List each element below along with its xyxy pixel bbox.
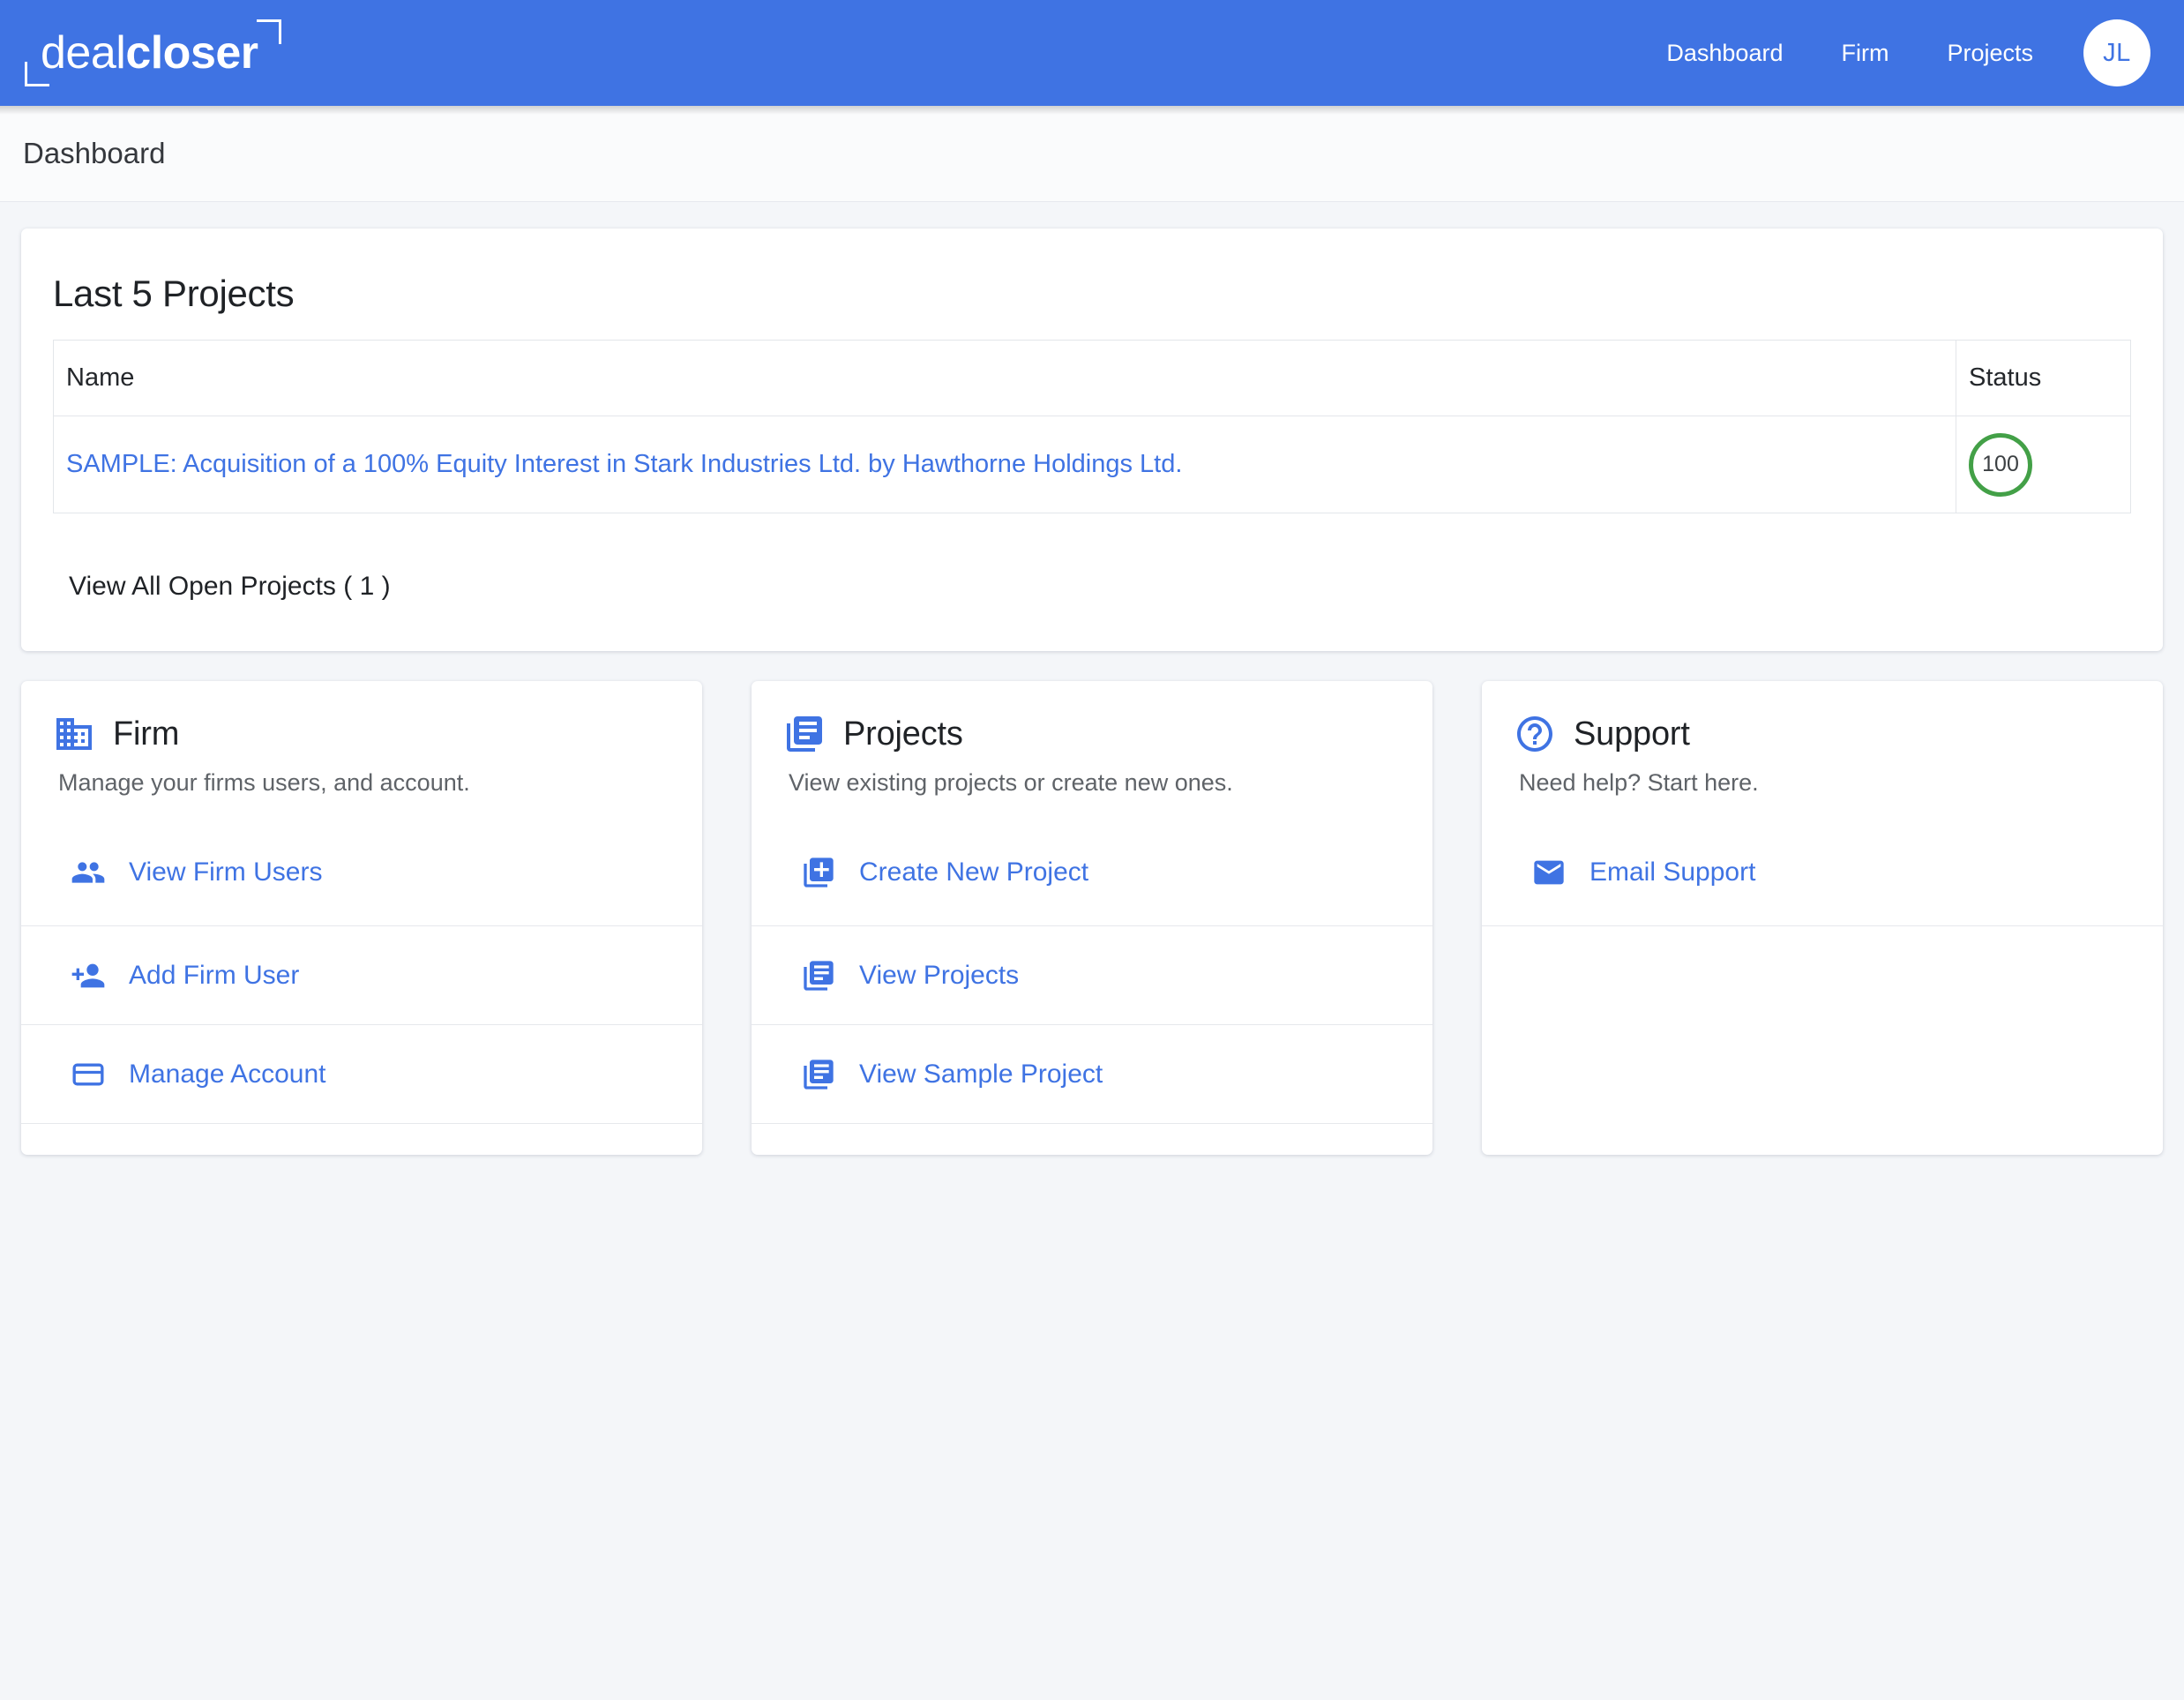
nav-drop-shadow [0, 106, 2184, 115]
email-icon [1531, 855, 1567, 890]
support-card-subtitle: Need help? Start here. [1519, 769, 1759, 796]
project-name-link[interactable]: SAMPLE: Acquisition of a 100% Equity Int… [66, 450, 1182, 478]
support-card-footer [1482, 925, 2163, 957]
quick-action-cards-row: Firm Manage your firms users, and accoun… [21, 681, 2163, 1155]
projects-table: Name Status SAMPLE: Acquisition of a 100… [53, 340, 2131, 513]
projects-card: Projects View existing projects or creat… [752, 681, 1432, 1155]
person-add-icon [71, 958, 106, 993]
logo-bracket-top-right-icon [256, 19, 281, 44]
support-card-header: Support Need help? Start here. [1482, 681, 2163, 797]
last-projects-panel: Last 5 Projects Name Status SAMPLE: Acqu… [21, 228, 2163, 651]
breadcrumb: Dashboard [0, 106, 2184, 202]
table-header-row: Name Status [53, 340, 2131, 416]
nav-links-group: Dashboard Firm Projects JL [1637, 19, 2150, 86]
avatar[interactable]: JL [2083, 19, 2150, 86]
view-firm-users-link[interactable]: View Firm Users [129, 857, 322, 887]
firm-card: Firm Manage your firms users, and accoun… [21, 681, 702, 1155]
email-support-link[interactable]: Email Support [1589, 857, 1755, 887]
breadcrumb-label: Dashboard [23, 137, 166, 169]
support-card-title-row: Support [1514, 713, 2131, 755]
column-header-status: Status [1956, 340, 2131, 416]
logo-text: dealcloser [41, 27, 258, 79]
cell-project-name: SAMPLE: Acquisition of a 100% Equity Int… [53, 416, 1956, 513]
email-support-row[interactable]: Email Support [1482, 827, 2163, 925]
top-navigation-bar: dealcloser Dashboard Firm Projects JL [0, 0, 2184, 106]
logo-text-bold: closer [125, 27, 258, 79]
add-firm-user-row[interactable]: Add Firm User [21, 925, 702, 1024]
view-projects-row[interactable]: View Projects [752, 925, 1432, 1024]
projects-card-subtitle: View existing projects or create new one… [789, 769, 1233, 796]
view-sample-project-row[interactable]: View Sample Project [752, 1024, 1432, 1123]
nav-item-projects[interactable]: Projects [1918, 41, 2062, 65]
manage-account-row[interactable]: Manage Account [21, 1024, 702, 1123]
projects-table-head: Name Status [53, 340, 2131, 416]
view-all-open-projects-link[interactable]: View All Open Projects ( 1 ) [69, 572, 391, 602]
firm-card-subtitle: Manage your firms users, and account. [58, 769, 470, 796]
firm-card-links: View Firm Users Add Firm User Manage Acc… [21, 827, 702, 1155]
nav-item-firm[interactable]: Firm [1812, 41, 1918, 65]
main-content: Last 5 Projects Name Status SAMPLE: Acqu… [0, 202, 2184, 1155]
library-books-icon [801, 958, 836, 993]
manage-account-link[interactable]: Manage Account [129, 1060, 326, 1090]
firm-card-title-row: Firm [53, 713, 670, 755]
view-sample-project-link[interactable]: View Sample Project [859, 1060, 1103, 1090]
projects-card-header: Projects View existing projects or creat… [752, 681, 1432, 797]
table-row[interactable]: SAMPLE: Acquisition of a 100% Equity Int… [53, 416, 2131, 513]
projects-card-title: Projects [843, 715, 963, 753]
projects-card-title-row: Projects [783, 713, 1401, 755]
logo-text-thin: deal [41, 27, 126, 79]
support-card-links: Email Support [1482, 827, 2163, 957]
projects-table-body: SAMPLE: Acquisition of a 100% Equity Int… [53, 416, 2131, 513]
column-header-name: Name [53, 340, 1956, 416]
view-firm-users-row[interactable]: View Firm Users [21, 827, 702, 925]
create-new-project-link[interactable]: Create New Project [859, 857, 1088, 887]
library-books-icon [783, 713, 826, 755]
help-outline-icon [1514, 713, 1556, 755]
view-projects-link[interactable]: View Projects [859, 961, 1019, 991]
library-add-icon [801, 855, 836, 890]
cell-project-status: 100 [1956, 416, 2131, 513]
logo-bracket-bottom-left-icon [25, 62, 49, 86]
add-firm-user-link[interactable]: Add Firm User [129, 961, 299, 991]
credit-card-icon [71, 1057, 106, 1092]
dealcloser-logo[interactable]: dealcloser [25, 16, 281, 90]
projects-card-links: Create New Project View Projects View Sa… [752, 827, 1432, 1155]
domain-icon [53, 713, 95, 755]
firm-card-footer [21, 1123, 702, 1155]
status-badge: 100 [1969, 432, 2032, 497]
page-title: Last 5 Projects [53, 273, 295, 314]
create-new-project-row[interactable]: Create New Project [752, 827, 1432, 925]
nav-item-dashboard[interactable]: Dashboard [1637, 41, 1812, 65]
projects-card-footer [752, 1123, 1432, 1155]
support-card: Support Need help? Start here. Email Sup… [1482, 681, 2163, 1155]
library-books-icon [801, 1057, 836, 1092]
firm-card-title: Firm [113, 715, 180, 753]
support-card-title: Support [1574, 715, 1690, 753]
firm-card-header: Firm Manage your firms users, and accoun… [21, 681, 702, 797]
people-icon [71, 855, 106, 890]
